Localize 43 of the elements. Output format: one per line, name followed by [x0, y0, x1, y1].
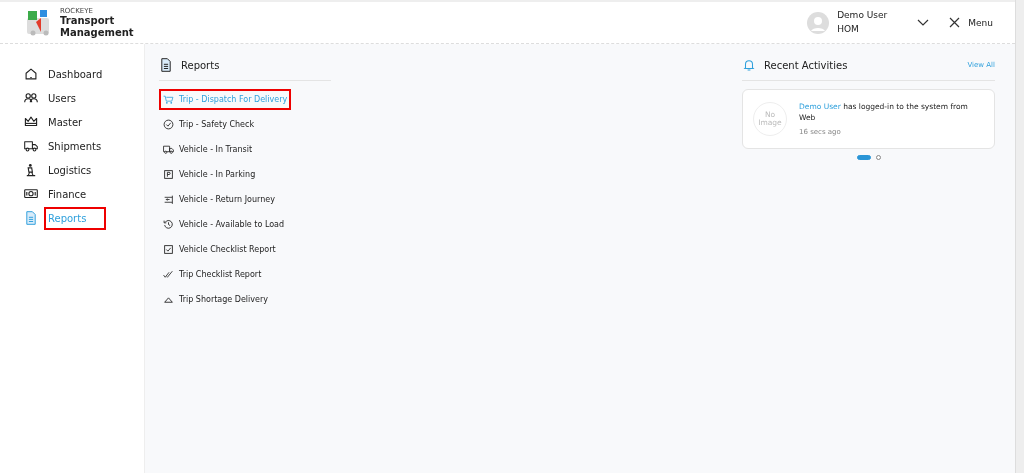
report-link[interactable]: Vehicle - Return Journey	[159, 189, 279, 210]
report-link[interactable]: Vehicle - Available to Load	[159, 214, 289, 235]
users-icon	[24, 91, 38, 105]
user-role: HOM	[837, 22, 860, 36]
bell-icon	[742, 58, 756, 72]
sidebar-item[interactable]: Dashboard	[24, 64, 123, 84]
report-link[interactable]: Vehicle - In Parking	[159, 164, 260, 185]
menu-button[interactable]: Menu	[949, 17, 993, 28]
truck-icon	[24, 139, 38, 153]
user-name: Demo User	[837, 9, 888, 22]
report-link[interactable]: Vehicle - In Transit	[159, 139, 257, 160]
report-link[interactable]: Vehicle Checklist Report	[159, 239, 280, 260]
sidebar-item[interactable]: Master	[24, 112, 103, 132]
banknote-icon	[24, 187, 38, 201]
avatar-icon	[807, 11, 830, 34]
person-icon	[24, 163, 38, 177]
document-icon	[24, 211, 38, 225]
pager-dot[interactable]	[875, 155, 881, 160]
sidebar-item[interactable]: Users	[24, 88, 96, 108]
section-title: Reports	[181, 59, 220, 71]
home-icon	[24, 67, 38, 81]
report-link[interactable]: Trip Shortage Delivery	[159, 289, 272, 310]
history-icon	[163, 219, 174, 230]
sidebar-item[interactable]: Shipments	[24, 136, 122, 156]
close-icon	[949, 17, 961, 28]
sidebar-item[interactable]: Finance	[24, 184, 107, 204]
truck-icon	[163, 144, 174, 155]
chevron-down-icon[interactable]	[917, 18, 930, 27]
sidebar-item[interactable]: Logistics	[24, 160, 112, 180]
document-icon	[159, 58, 173, 72]
app-title: Transport Management	[60, 15, 135, 38]
scrollbar[interactable]	[1015, 0, 1024, 473]
report-link[interactable]: Trip Checklist Report	[159, 264, 266, 285]
section-title: Recent Activities	[764, 59, 848, 71]
report-link[interactable]: Trip - Safety Check	[159, 114, 258, 135]
double-check-icon	[163, 269, 174, 280]
triangle-icon	[163, 294, 174, 305]
cart-icon	[163, 94, 174, 105]
crown-icon	[24, 115, 38, 129]
checkbox-icon	[163, 244, 174, 255]
return-icon	[163, 194, 174, 205]
parking-icon	[163, 169, 174, 180]
check-circle-icon	[163, 119, 174, 130]
